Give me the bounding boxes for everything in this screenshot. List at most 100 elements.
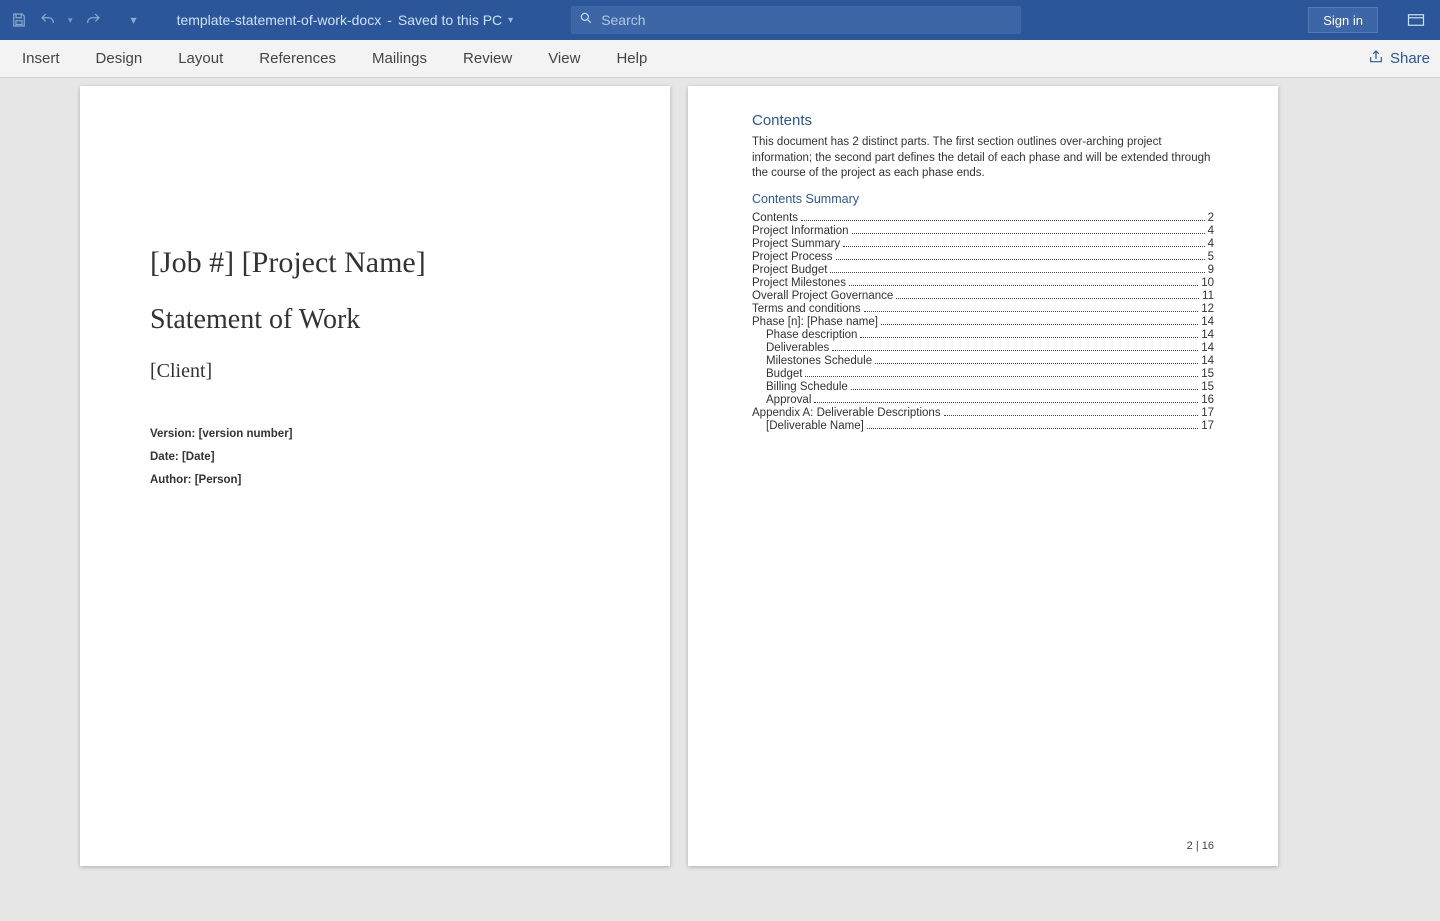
tab-review[interactable]: Review <box>445 50 530 67</box>
doc-subtitle[interactable]: Statement of Work <box>150 304 600 336</box>
search-icon <box>579 11 593 30</box>
toc-entry[interactable]: Phase [n]: [Phase name] 14 <box>752 316 1214 328</box>
toc-page: 2 <box>1208 212 1214 224</box>
ribbon-tabstrip: InsertDesignLayoutReferencesMailingsRevi… <box>0 40 1440 78</box>
toc-entry[interactable]: Appendix A: Deliverable Descriptions17 <box>752 407 1214 419</box>
toc-label: Deliverables <box>752 342 829 354</box>
toc-page: 15 <box>1201 368 1214 380</box>
redo-icon[interactable] <box>83 11 103 29</box>
document-canvas[interactable]: [Job #] [Project Name] Statement of Work… <box>0 78 1440 921</box>
tab-references[interactable]: References <box>241 50 354 67</box>
tab-design[interactable]: Design <box>78 50 161 67</box>
toc-label: Milestones Schedule <box>752 355 872 367</box>
toc-label: Project Budget <box>752 264 827 276</box>
page-1[interactable]: [Job #] [Project Name] Statement of Work… <box>80 86 670 866</box>
tab-help[interactable]: Help <box>598 50 665 67</box>
toc-entry[interactable]: Billing Schedule 15 <box>752 381 1214 393</box>
toc-page: 5 <box>1208 251 1214 263</box>
share-button[interactable]: Share <box>1362 49 1436 69</box>
toc-leader <box>852 233 1205 234</box>
toc-entry[interactable]: Project Summary4 <box>752 238 1214 250</box>
share-label: Share <box>1390 50 1430 67</box>
toc-leader <box>864 311 1199 312</box>
ribbon-display-options-icon[interactable] <box>1400 7 1432 33</box>
toc-page: 14 <box>1201 329 1214 341</box>
signin-button[interactable]: Sign in <box>1308 7 1378 33</box>
customize-qat-icon[interactable]: ▾ <box>131 13 137 27</box>
doc-client[interactable]: [Client] <box>150 360 600 383</box>
toc-leader <box>944 415 1199 416</box>
toc-entry[interactable]: Project Milestones10 <box>752 277 1214 289</box>
toc-leader <box>814 402 1198 403</box>
toc-entry[interactable]: Project Budget 9 <box>752 264 1214 276</box>
toc-leader <box>851 389 1198 390</box>
tab-mailings[interactable]: Mailings <box>354 50 445 67</box>
toc-entry[interactable]: [Deliverable Name] 17 <box>752 420 1214 432</box>
toc-label: Approval <box>752 394 811 406</box>
toc-entry[interactable]: Terms and conditions 12 <box>752 303 1214 315</box>
toc-leader <box>849 285 1198 286</box>
toc-label: Phase description <box>752 329 857 341</box>
toc-entry[interactable]: Overall Project Governance11 <box>752 290 1214 302</box>
tab-view[interactable]: View <box>530 50 598 67</box>
toc-leader <box>832 350 1198 351</box>
doc-author[interactable]: Author: [Person] <box>150 469 600 492</box>
toc-label: Billing Schedule <box>752 381 848 393</box>
save-status: Saved to this PC <box>398 12 502 28</box>
toc-entry[interactable]: Deliverables 14 <box>752 342 1214 354</box>
toc-page: 14 <box>1201 316 1214 328</box>
toc-page: 15 <box>1201 381 1214 393</box>
quick-access-toolbar: ▾ ▾ <box>8 11 137 29</box>
save-icon[interactable] <box>10 11 28 29</box>
toc-label: Project Information <box>752 225 849 237</box>
undo-icon[interactable] <box>38 11 58 29</box>
toc-page: 12 <box>1201 303 1214 315</box>
toc-leader <box>801 220 1205 221</box>
doc-title-line[interactable]: [Job #] [Project Name] <box>150 246 600 280</box>
contents-intro[interactable]: This document has 2 distinct parts. The … <box>752 135 1214 182</box>
toc-entry[interactable]: Project Information 4 <box>752 225 1214 237</box>
toc-page: 11 <box>1202 290 1214 302</box>
toc-page: 16 <box>1201 394 1214 406</box>
chevron-down-icon: ▾ <box>508 15 513 26</box>
toc-entry[interactable]: Approval 16 <box>752 394 1214 406</box>
toc-leader <box>805 376 1198 377</box>
doc-version[interactable]: Version: [version number] <box>150 423 600 446</box>
contents-summary-heading[interactable]: Contents Summary <box>752 192 1214 206</box>
toc-entry[interactable]: Phase description 14 <box>752 329 1214 341</box>
share-icon <box>1368 49 1384 69</box>
toc-page: 14 <box>1201 342 1214 354</box>
toc-leader <box>836 259 1205 260</box>
toc-label: Project Summary <box>752 238 840 250</box>
table-of-contents[interactable]: Contents2Project Information4Project Sum… <box>752 212 1214 432</box>
toc-page: 9 <box>1208 264 1214 276</box>
doc-date[interactable]: Date: [Date] <box>150 446 600 469</box>
toc-label: Terms and conditions <box>752 303 861 315</box>
document-title-area[interactable]: template-statement-of-work-docx - Saved … <box>177 12 514 28</box>
contents-heading[interactable]: Contents <box>752 112 1214 129</box>
toc-page: 17 <box>1201 420 1214 432</box>
titlebar: ▾ ▾ template-statement-of-work-docx - Sa… <box>0 0 1440 40</box>
search-box[interactable] <box>571 6 1021 34</box>
toc-page: 4 <box>1208 225 1214 237</box>
toc-leader <box>843 246 1204 247</box>
tab-insert[interactable]: Insert <box>4 50 78 67</box>
toc-leader <box>867 428 1198 429</box>
toc-label: Phase [n]: [Phase name] <box>752 316 878 328</box>
toc-entry[interactable]: Contents2 <box>752 212 1214 224</box>
chevron-down-icon[interactable]: ▾ <box>68 15 73 26</box>
document-name: template-statement-of-work-docx <box>177 12 382 28</box>
toc-label: Project Process <box>752 251 833 263</box>
toc-leader <box>875 363 1198 364</box>
toc-entry[interactable]: Milestones Schedule14 <box>752 355 1214 367</box>
toc-entry[interactable]: Budget15 <box>752 368 1214 380</box>
tab-layout[interactable]: Layout <box>160 50 241 67</box>
toc-page: 10 <box>1201 277 1214 289</box>
toc-leader <box>860 337 1198 338</box>
toc-label: [Deliverable Name] <box>752 420 864 432</box>
toc-leader <box>896 298 1199 299</box>
page-2[interactable]: Contents This document has 2 distinct pa… <box>688 86 1278 866</box>
toc-leader <box>881 324 1198 325</box>
search-input[interactable] <box>601 12 1013 28</box>
toc-entry[interactable]: Project Process 5 <box>752 251 1214 263</box>
